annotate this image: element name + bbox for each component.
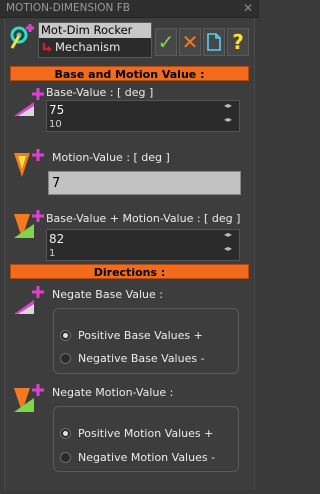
radio-button[interactable]: [60, 427, 71, 439]
tree-item-rocker[interactable]: Mot-Dim Rocker: [39, 23, 151, 38]
cancel-button[interactable]: ✕: [179, 28, 201, 56]
document-button[interactable]: [203, 28, 225, 56]
radio-button[interactable]: [60, 329, 71, 341]
radio-label: Negative Base Values -: [78, 351, 205, 365]
negate-base-icon: [14, 286, 44, 314]
negate-motion-label: Negate Motion-Value :: [52, 386, 174, 399]
radio-negative-motion[interactable]: Negative Motion Values -: [60, 449, 215, 465]
total-value-input[interactable]: 82: [49, 232, 64, 246]
negate-motion-group: Positive Motion Values + Negative Motion…: [53, 406, 239, 472]
negate-motion-icon: [14, 384, 44, 412]
motion-dimension-icon: [10, 24, 34, 49]
radio-label: Positive Base Values +: [78, 328, 203, 342]
question-icon: ?: [232, 30, 244, 54]
object-tree[interactable]: Mot-Dim Rocker Mechanism: [38, 22, 152, 58]
help-button[interactable]: ?: [227, 28, 249, 56]
total-angle-icon: [14, 210, 44, 238]
radio-label: Positive Motion Values +: [78, 426, 214, 440]
spin-arrows-icon[interactable]: ◂▸ ◂▸: [221, 102, 235, 124]
total-value-label: Base-Value + Motion-Value : [ deg ]: [46, 212, 241, 225]
negate-base-label: Negate Base Value :: [52, 288, 163, 301]
cancel-x-icon: ✕: [181, 30, 199, 54]
section-directions: Directions :: [10, 264, 249, 279]
section-base-and-motion: Base and Motion Value :: [10, 66, 249, 81]
close-icon[interactable]: ✕: [243, 1, 253, 15]
radio-button[interactable]: [60, 352, 71, 364]
motion-angle-icon: [14, 149, 44, 177]
window-title: MOTION-DIMENSION FB: [6, 2, 130, 14]
negate-base-group: Positive Base Values + Negative Base Val…: [53, 308, 239, 374]
motion-value-label: Motion-Value : [ deg ]: [52, 151, 170, 164]
return-arrow-icon: [42, 43, 52, 52]
radio-label: Negative Motion Values -: [78, 450, 216, 464]
window-titlebar: MOTION-DIMENSION FB ✕: [0, 0, 259, 18]
base-value-label: Base-Value : [ deg ]: [46, 86, 154, 99]
tree-item-mechanism[interactable]: Mechanism: [55, 40, 120, 55]
radio-positive-motion[interactable]: Positive Motion Values +: [60, 425, 213, 441]
base-value-step[interactable]: 10: [49, 119, 62, 130]
document-icon: [207, 33, 221, 51]
total-value-spinbox[interactable]: 82 1 ◂▸ ◂▸: [46, 229, 240, 261]
ok-button[interactable]: ✓: [155, 28, 177, 56]
checkmark-icon: ✓: [157, 30, 175, 54]
base-value-input[interactable]: 75: [49, 103, 64, 117]
base-angle-icon: [14, 88, 44, 116]
radio-button[interactable]: [60, 451, 71, 463]
spin-arrows-icon[interactable]: ◂▸ ◂▸: [221, 231, 235, 253]
base-value-spinbox[interactable]: 75 10 ◂▸ ◂▸: [46, 100, 240, 132]
radio-positive-base[interactable]: Positive Base Values +: [60, 327, 203, 343]
total-value-step[interactable]: 1: [49, 248, 55, 259]
motion-value-input[interactable]: 7: [48, 171, 241, 195]
radio-negative-base[interactable]: Negative Base Values -: [60, 350, 205, 366]
